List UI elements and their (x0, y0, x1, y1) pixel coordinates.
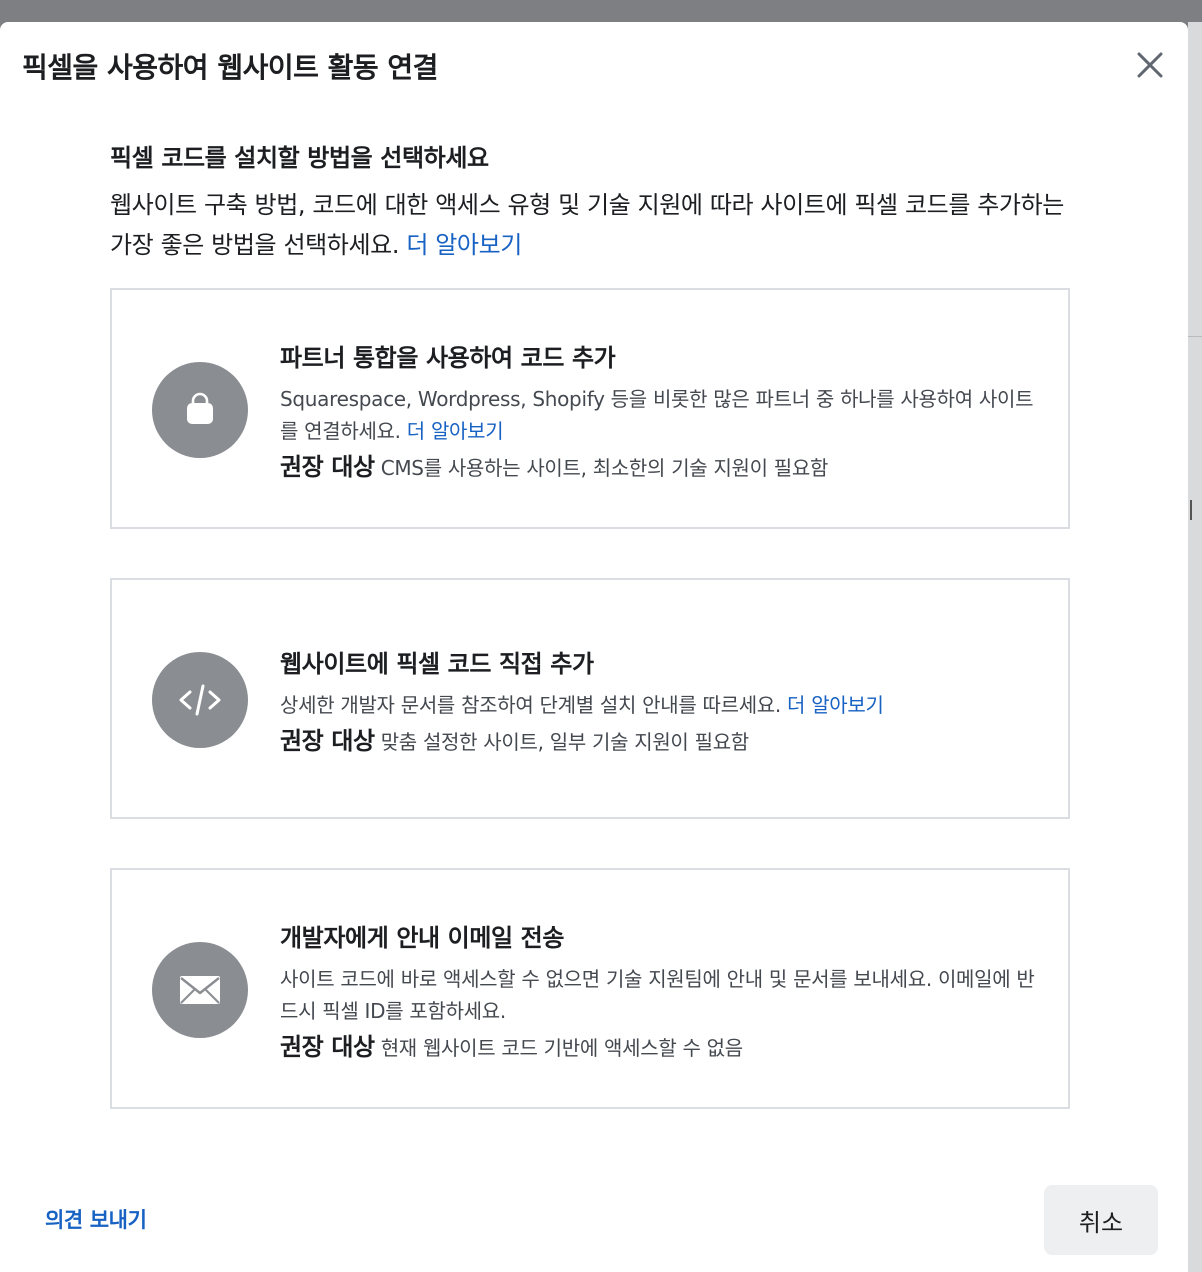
option-description: Squarespace, Wordpress, Shopify 등을 비롯한 많… (280, 383, 1040, 447)
send-feedback-link[interactable]: 의견 보내기 (45, 1204, 147, 1234)
recommendation-text: 현재 웹사이트 코드 기반에 액세스할 수 없음 (380, 1036, 743, 1060)
option-title: 개발자에게 안내 이메일 전송 (280, 924, 565, 952)
option-recommendation: 권장 대상 맞춤 설정한 사이트, 일부 기술 지원이 필요함 (280, 725, 1040, 758)
intro-description: 웹사이트 구축 방법, 코드에 대한 액세스 유형 및 기술 지원에 따라 사이… (110, 185, 1070, 265)
shopping-bag-icon-badge (152, 362, 248, 458)
option-learn-more-link[interactable]: 더 알아보기 (787, 693, 884, 717)
intro-learn-more-link[interactable]: 더 알아보기 (406, 231, 522, 259)
option-email-developer[interactable]: 개발자에게 안내 이메일 전송 사이트 코드에 바로 액세스할 수 없으면 기술… (110, 868, 1070, 1109)
pixel-setup-dialog: 픽셀을 사용하여 웹사이트 활동 연결 픽셀 코드를 설치할 방법을 선택하세요… (0, 22, 1188, 1272)
intro-section: 픽셀 코드를 설치할 방법을 선택하세요 웹사이트 구축 방법, 코드에 대한 … (110, 138, 1070, 265)
dialog-title: 픽셀을 사용하여 웹사이트 활동 연결 (22, 51, 438, 84)
option-recommendation: 권장 대상 CMS를 사용하는 사이트, 최소한의 기술 지원이 필요함 (280, 451, 1040, 484)
backdrop-overlay (1188, 0, 1202, 22)
envelope-icon-badge (152, 942, 248, 1038)
background-divider (1188, 336, 1202, 337)
recommendation-label: 권장 대상 (280, 453, 375, 481)
option-description: 상세한 개발자 문서를 참조하여 단계별 설치 안내를 따르세요. 더 알아보기 (280, 689, 1040, 721)
option-description: 사이트 코드에 바로 액세스할 수 없으면 기술 지원팀에 안내 및 문서를 보… (280, 963, 1040, 1027)
option-learn-more-link[interactable]: 더 알아보기 (407, 419, 504, 443)
close-icon (1137, 52, 1163, 78)
recommendation-label: 권장 대상 (280, 1033, 375, 1061)
recommendation-label: 권장 대상 (280, 727, 375, 755)
code-icon (179, 684, 221, 716)
intro-description-text: 웹사이트 구축 방법, 코드에 대한 액세스 유형 및 기술 지원에 따라 사이… (110, 191, 1064, 259)
option-content: 파트너 통합을 사용하여 코드 추가 Squarespace, Wordpres… (280, 338, 1040, 484)
option-description-text: 사이트 코드에 바로 액세스할 수 없으면 기술 지원팀에 안내 및 문서를 보… (280, 967, 1035, 1023)
recommendation-text: CMS를 사용하는 사이트, 최소한의 기술 지원이 필요함 (380, 456, 829, 480)
envelope-icon (180, 976, 220, 1004)
option-manual-install[interactable]: 웹사이트에 픽셀 코드 직접 추가 상세한 개발자 문서를 참조하여 단계별 설… (110, 578, 1070, 819)
background-fragment (1190, 500, 1202, 520)
option-recommendation: 권장 대상 현재 웹사이트 코드 기반에 액세스할 수 없음 (280, 1031, 1040, 1064)
option-title: 웹사이트에 픽셀 코드 직접 추가 (280, 650, 594, 678)
shopping-bag-icon (187, 392, 213, 424)
option-title: 파트너 통합을 사용하여 코드 추가 (280, 344, 616, 372)
option-description-text: Squarespace, Wordpress, Shopify 등을 비롯한 많… (280, 387, 1034, 443)
background-page-edge (1188, 0, 1202, 1272)
option-content: 개발자에게 안내 이메일 전송 사이트 코드에 바로 액세스할 수 없으면 기술… (280, 918, 1040, 1064)
option-partner-integration[interactable]: 파트너 통합을 사용하여 코드 추가 Squarespace, Wordpres… (110, 288, 1070, 529)
cancel-button[interactable]: 취소 (1044, 1185, 1158, 1255)
close-button[interactable] (1132, 47, 1168, 83)
option-description-text: 상세한 개발자 문서를 참조하여 단계별 설치 안내를 따르세요. (280, 693, 781, 717)
intro-heading: 픽셀 코드를 설치할 방법을 선택하세요 (110, 144, 489, 172)
recommendation-text: 맞춤 설정한 사이트, 일부 기술 지원이 필요함 (380, 730, 750, 754)
option-content: 웹사이트에 픽셀 코드 직접 추가 상세한 개발자 문서를 참조하여 단계별 설… (280, 644, 1040, 758)
code-icon-badge (152, 652, 248, 748)
